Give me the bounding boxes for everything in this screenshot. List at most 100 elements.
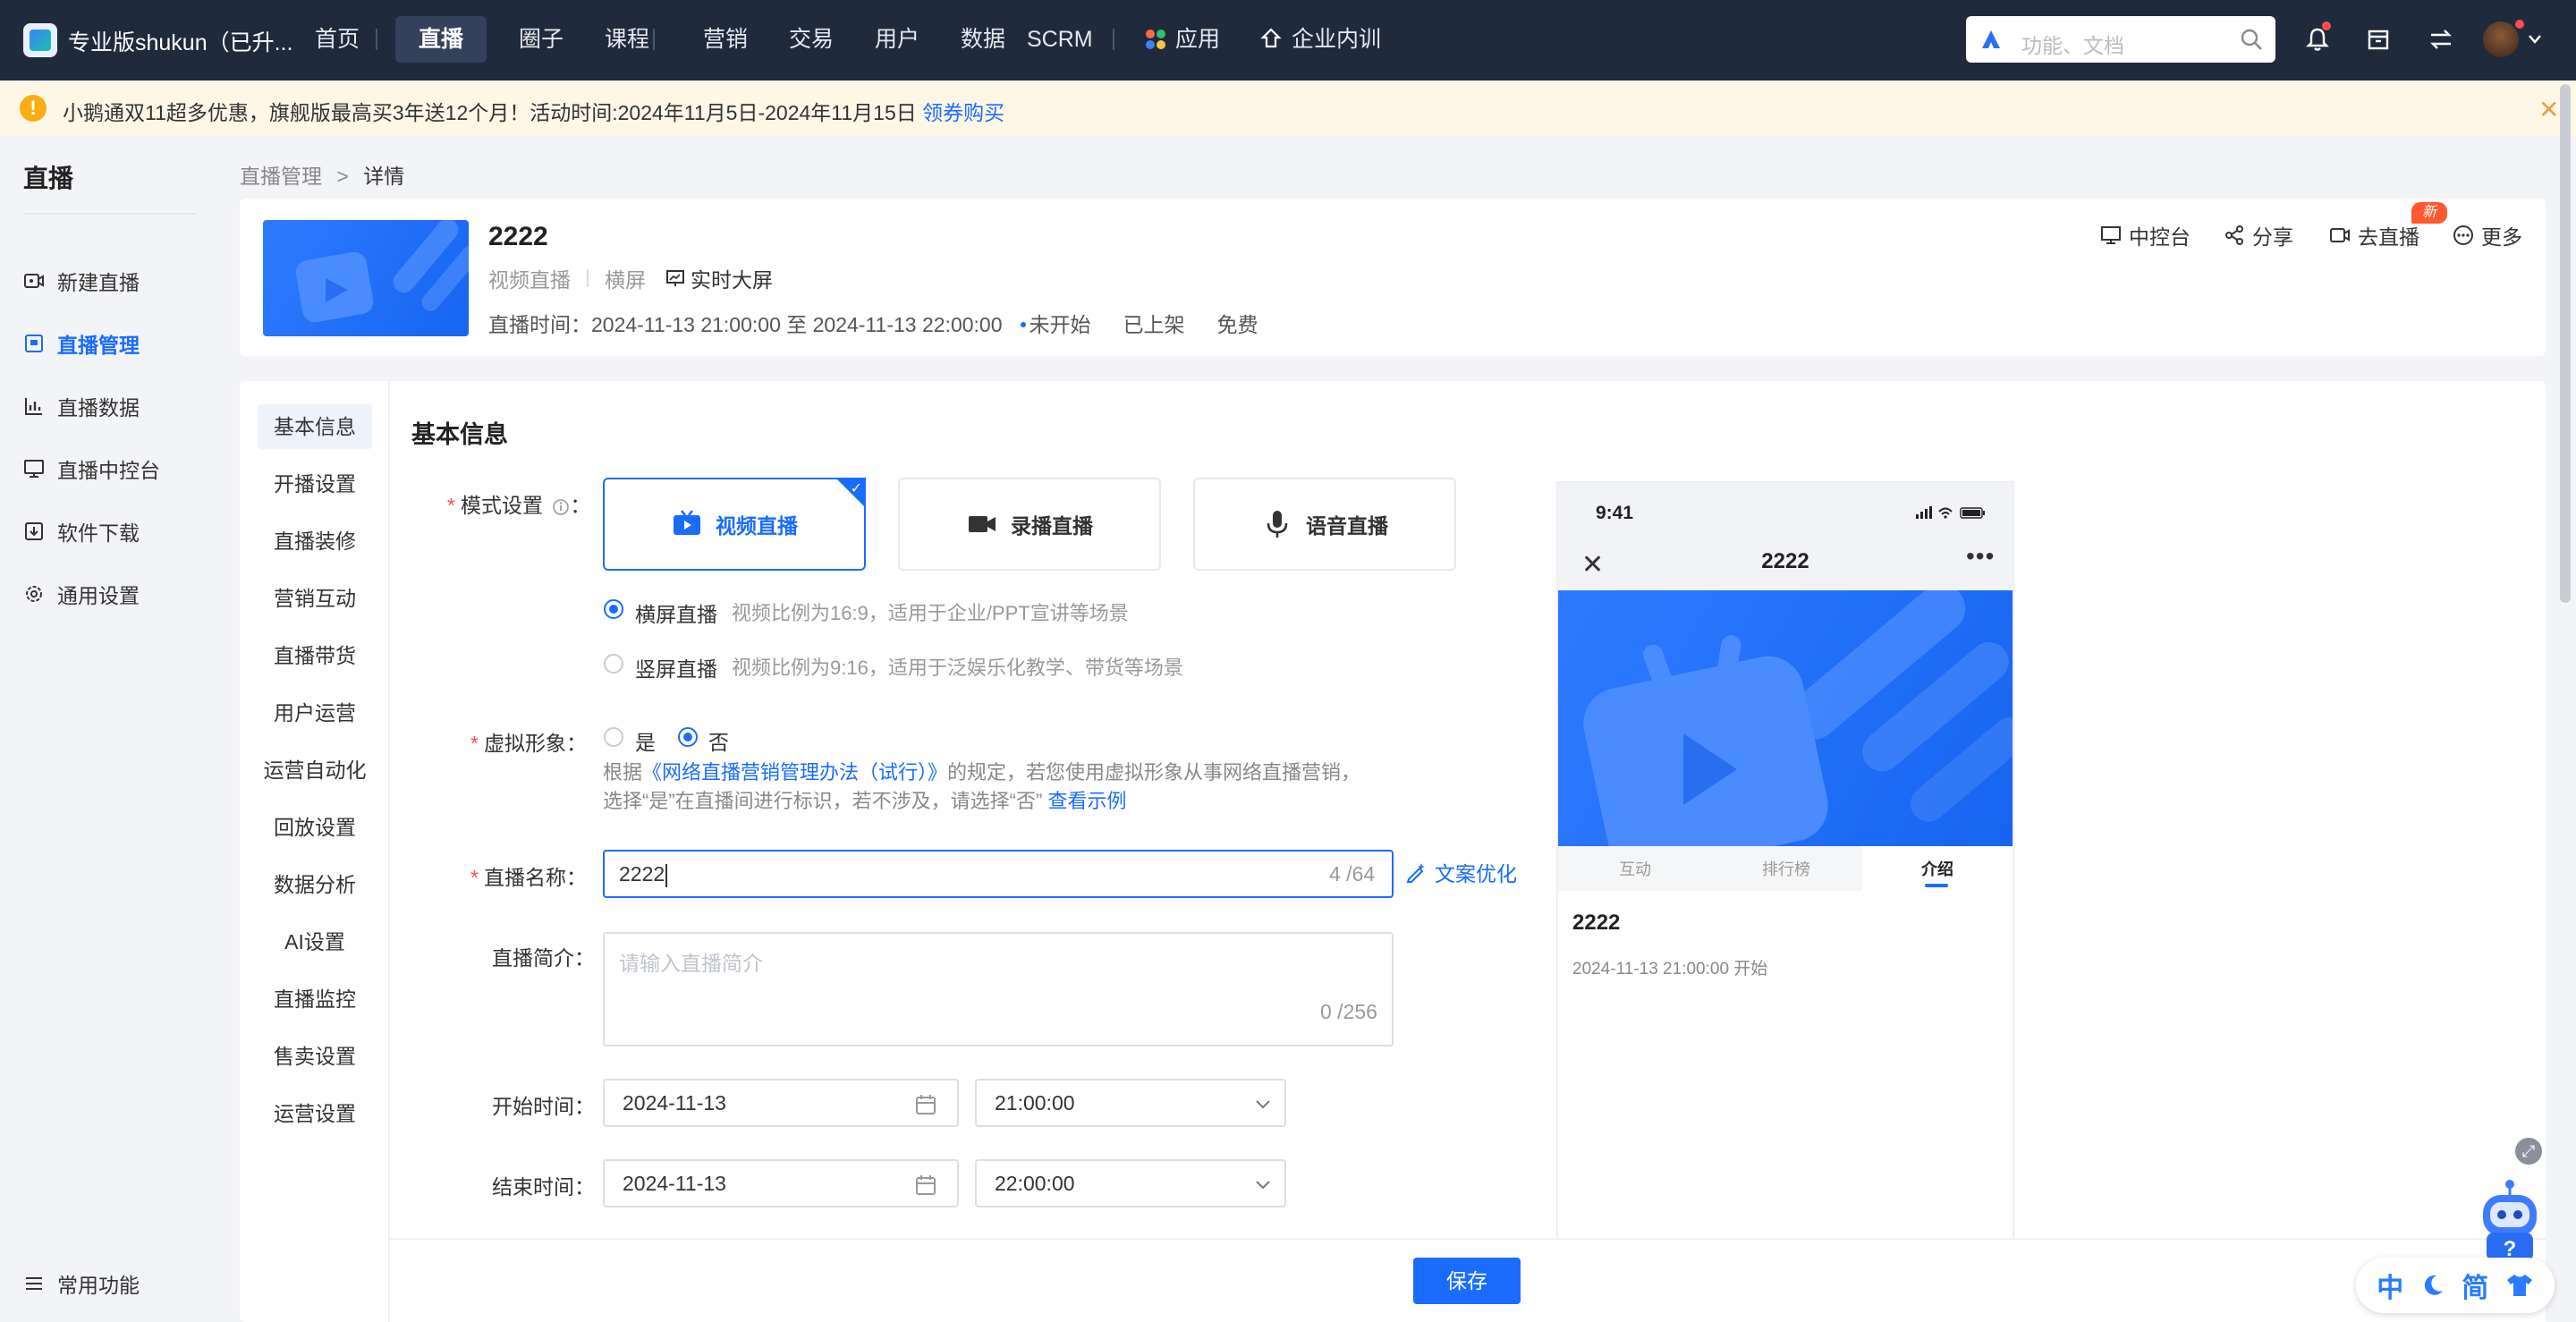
live-manage-icon (25, 335, 43, 352)
mode-audio-live[interactable]: 语音直播 (1193, 478, 1456, 571)
check-icon: ✓ (850, 481, 862, 496)
end-date-picker[interactable]: 2024-11-13 (603, 1159, 959, 1208)
scrollbar[interactable] (2560, 84, 2571, 603)
preview-tab-rank: 排行榜 (1762, 860, 1810, 878)
preview-live-name: 2222 (1572, 911, 1621, 935)
sidebar-item-download[interactable]: 软件下载 (23, 513, 140, 549)
view-example-link[interactable]: 查看示例 (1047, 790, 1126, 812)
nav-users[interactable]: 用户 (852, 16, 943, 63)
control-console-button[interactable]: 中控台 (2100, 220, 2190, 250)
tab-automation[interactable]: 运营自动化 (258, 748, 372, 792)
sidebar-item-label: 软件下载 (57, 521, 140, 545)
more-button[interactable]: 更多 (2453, 220, 2522, 250)
nav-trade[interactable]: 交易 (766, 16, 857, 63)
tab-sales[interactable]: 售卖设置 (258, 1034, 372, 1079)
tab-replay[interactable]: 回放设置 (258, 805, 372, 850)
avatar[interactable] (2483, 21, 2519, 57)
ime-chinese[interactable]: 中 (2377, 1266, 2403, 1305)
end-date-value: 2024-11-13 (623, 1172, 726, 1195)
copy-optimize-button[interactable]: 文案优化 (1404, 857, 1517, 887)
mode-recorded-live[interactable]: 录播直播 (898, 478, 1161, 571)
end-time-select[interactable]: 22:00:00 (975, 1159, 1286, 1208)
tab-broadcast-settings[interactable]: 开播设置 (258, 462, 372, 506)
close-icon[interactable]: ✕ (2538, 95, 2559, 124)
sidebar-item-settings[interactable]: 通用设置 (23, 576, 140, 612)
share-icon (2225, 225, 2243, 245)
start-date-picker[interactable]: 2024-11-13 (603, 1079, 959, 1127)
preview-tab-interact: 互动 (1619, 860, 1651, 878)
ime-simplified[interactable]: 简 (2462, 1266, 2488, 1305)
landscape-hint: 视频比例为16:9，适用于企业/PPT宣讲等场景 (732, 602, 1129, 624)
notice-link[interactable]: 领券购买 (922, 101, 1004, 124)
nav-course[interactable]: 课程 (581, 16, 673, 63)
info-icon[interactable] (552, 498, 570, 516)
intro-counter: 0 /256 (1320, 1000, 1377, 1023)
moon-icon[interactable] (2420, 1273, 2445, 1298)
assistant-robot-icon[interactable]: ? (2478, 1175, 2542, 1265)
tab-decoration[interactable]: 直播装修 (258, 519, 372, 564)
status-badge: 未开始 (1029, 313, 1091, 336)
live-type: 视频直播 (488, 268, 571, 292)
tab-operations[interactable]: 运营设置 (258, 1091, 372, 1136)
avatar-no-label[interactable]: 否 (708, 725, 729, 756)
video-camera-icon (969, 516, 996, 532)
nav-scrm[interactable]: SCRM (1004, 16, 1116, 63)
mode-video-label: 视频直播 (716, 514, 798, 538)
mode-video-live[interactable]: 视频直播 ✓ (603, 478, 866, 571)
radio-landscape[interactable] (604, 599, 623, 619)
search-input[interactable]: 功能、文档 (2021, 29, 2124, 59)
live-intro-textarea[interactable]: 请输入直播简介 0 /256 (603, 932, 1394, 1047)
live-title: 2222 (488, 222, 548, 251)
tab-selling[interactable]: 直播带货 (258, 633, 372, 678)
breadcrumb-parent[interactable]: 直播管理 (240, 165, 322, 188)
monitor-icon (24, 460, 44, 478)
search-box[interactable]: 功能、文档 (1966, 16, 2275, 63)
brand-logo[interactable] (23, 23, 57, 57)
live-time-label: 直播时间： (488, 313, 591, 336)
radio-portrait[interactable] (604, 654, 623, 674)
nav-marketing[interactable]: 营销 (680, 16, 771, 63)
common-functions[interactable]: 常用功能 (23, 1268, 140, 1299)
sidebar-item-new-live[interactable]: 新建直播 (23, 263, 140, 299)
notice-text: 小鹅通双11超多优惠，旗舰版最高买3年送12个月！活动时间:2024年11月5日… (63, 101, 923, 124)
radio-avatar-yes[interactable] (604, 727, 623, 747)
chevron-down-icon[interactable] (2528, 34, 2542, 45)
sidebar-item-label: 直播管理 (57, 334, 140, 357)
expand-icon[interactable]: ⤢ (2515, 1138, 2542, 1165)
share-button[interactable]: 分享 (2224, 220, 2293, 250)
tab-basic-info[interactable]: 基本信息 (258, 404, 372, 449)
tab-marketing[interactable]: 营销互动 (258, 576, 372, 621)
preview-cover-image (1558, 590, 2012, 846)
preview-title: 2222 (1761, 549, 1809, 573)
nav-live[interactable]: 直播 (395, 16, 487, 63)
tab-analytics[interactable]: 数据分析 (258, 862, 372, 907)
tab-monitor[interactable]: 直播监控 (258, 977, 372, 1021)
sidebar-item-live-manage[interactable]: 直播管理 (23, 326, 140, 361)
nav-apps[interactable]: 应用 (1122, 16, 1243, 63)
promo-notice: ! 小鹅通双11超多优惠，旗舰版最高买3年送12个月！活动时间:2024年11月… (0, 81, 2576, 136)
ime-toolbar[interactable]: 中 简 (2356, 1258, 2555, 1313)
gear-icon (26, 586, 42, 602)
start-time-select[interactable]: 21:00:00 (975, 1079, 1286, 1127)
brand-name[interactable]: 专业版shukun（已升... (68, 25, 292, 57)
search-icon[interactable] (2240, 28, 2263, 51)
go-live-button[interactable]: 去直播 (2329, 220, 2419, 250)
shirt-icon[interactable] (2505, 1273, 2534, 1298)
live-name-input[interactable]: 2222 4 /64 (603, 850, 1394, 898)
switch-icon[interactable] (2426, 24, 2456, 55)
nav-circle[interactable]: 圈子 (496, 16, 587, 63)
sidebar-item-control[interactable]: 直播中控台 (23, 451, 160, 487)
store-icon[interactable] (2363, 24, 2394, 55)
sidebar-item-live-data[interactable]: 直播数据 (23, 388, 140, 424)
landscape-label[interactable]: 横屏直播 (635, 597, 717, 628)
nav-home[interactable]: 首页 (292, 16, 383, 63)
save-button[interactable]: 保存 (1413, 1258, 1521, 1304)
tab-ai[interactable]: AI设置 (258, 919, 372, 964)
avatar-yes-label[interactable]: 是 (635, 725, 656, 756)
portrait-label[interactable]: 竖屏直播 (635, 652, 717, 682)
radio-avatar-no[interactable] (678, 727, 698, 747)
regulation-link[interactable]: 《网络直播营销管理办法（试行）》 (642, 761, 947, 784)
realtime-screen-link[interactable]: 实时大屏 (665, 263, 773, 293)
top-bar: 专业版shukun（已升... 首页 直播 圈子 课程 营销 交易 用户 数据 … (0, 0, 2576, 81)
tab-user-ops[interactable]: 用户运营 (258, 691, 372, 735)
